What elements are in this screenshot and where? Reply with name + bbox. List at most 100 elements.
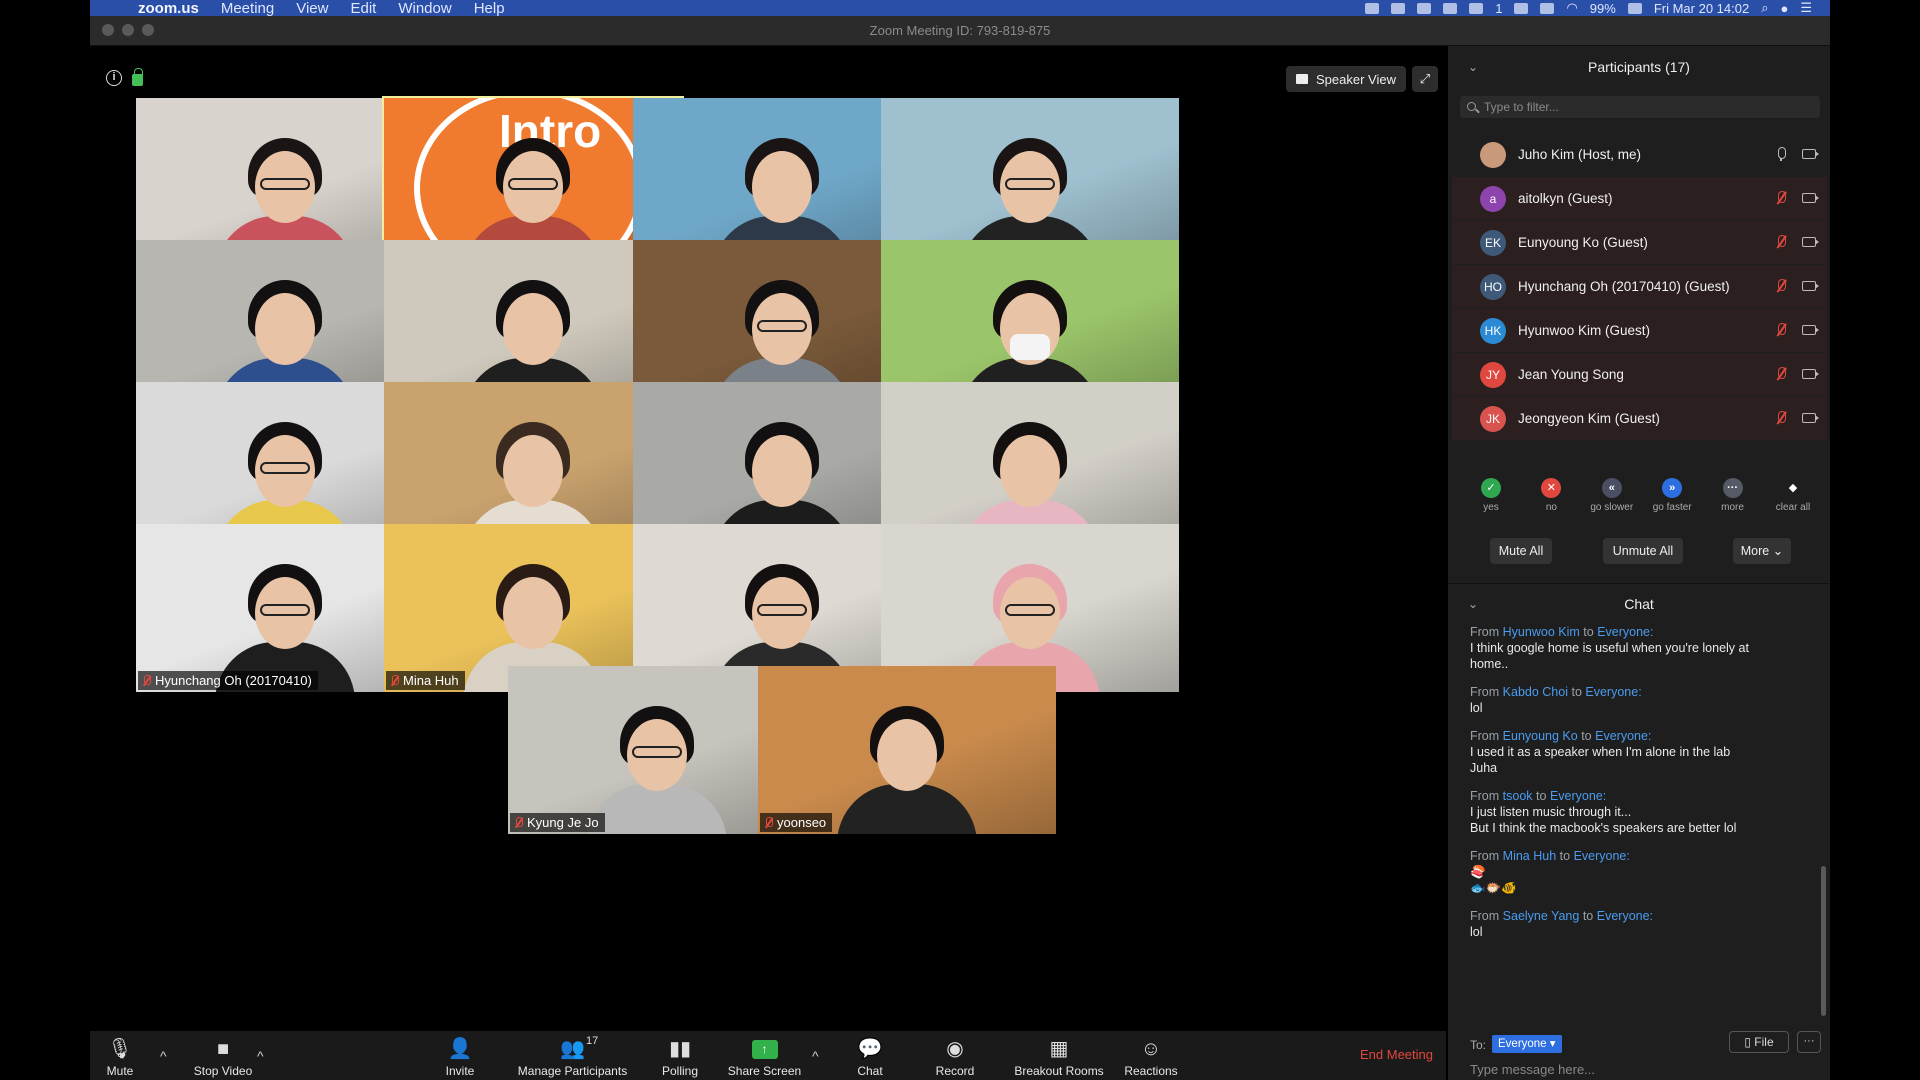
- participant-list-name: Hyunchang Oh (20170410) (Guest): [1518, 279, 1730, 294]
- participant-row[interactable]: HO Hyunchang Oh (20170410) (Guest): [1452, 265, 1827, 308]
- feedback-label: no: [1545, 502, 1557, 513]
- menu-view[interactable]: View: [296, 0, 328, 17]
- more-options-button[interactable]: More ⌄: [1733, 538, 1791, 564]
- manage-participants-button[interactable]: 👥 17 Manage Participants: [510, 1031, 635, 1080]
- feedback-clear-all-button[interactable]: ◆ clear all: [1764, 478, 1822, 522]
- chat-sender[interactable]: tsook: [1503, 789, 1533, 803]
- participant-name-tag: Hyunchang Oh (20170410): [138, 671, 318, 690]
- chat-message-input[interactable]: Type message here...: [1470, 1062, 1595, 1077]
- collapse-chat-chevron-icon[interactable]: ⌄: [1468, 584, 1478, 624]
- bluetooth-icon[interactable]: [1540, 2, 1555, 14]
- chat-message: From Saelyne Yang to Everyone: lol: [1448, 908, 1818, 940]
- mute-label: Mute: [106, 1064, 134, 1078]
- participant-row[interactable]: HK Hyunwoo Kim (Guest): [1452, 309, 1827, 352]
- participant-list-name: Jeongyeon Kim (Guest): [1518, 411, 1660, 426]
- video-camera-icon[interactable]: [1802, 325, 1819, 335]
- from-prefix: From: [1470, 789, 1500, 803]
- chevron-down-icon: ⌄: [1772, 544, 1784, 558]
- menu-edit[interactable]: Edit: [350, 0, 376, 17]
- chat-sender[interactable]: Eunyoung Ko: [1503, 729, 1578, 743]
- to-word: to: [1582, 909, 1594, 923]
- fullscreen-icon[interactable]: ⤢: [1412, 66, 1438, 92]
- audio-options-chevron-icon[interactable]: ^: [160, 1048, 167, 1064]
- mute-button[interactable]: 🎙 Mute: [100, 1031, 140, 1080]
- muted-microphone-icon[interactable]: [1775, 235, 1787, 249]
- wifi-icon[interactable]: ◠: [1566, 0, 1577, 16]
- chat-scrollbar[interactable]: [1821, 866, 1826, 1016]
- encryption-lock-icon[interactable]: [132, 68, 143, 86]
- breakout-rooms-button[interactable]: ▦ Breakout Rooms: [1010, 1031, 1108, 1080]
- chat-more-icon[interactable]: ···: [1797, 1031, 1821, 1053]
- video-options-chevron-icon[interactable]: ^: [257, 1048, 264, 1064]
- add-user-icon: 👤: [447, 1038, 473, 1060]
- spotlight-search-icon[interactable]: ⌕: [1761, 0, 1768, 16]
- download-icon[interactable]: [1469, 2, 1484, 14]
- meeting-info-icon[interactable]: i: [106, 70, 122, 86]
- chat-sender[interactable]: Hyunwoo Kim: [1503, 625, 1580, 639]
- share-screen-button[interactable]: ↑ Share Screen: [722, 1031, 807, 1080]
- airplay-icon[interactable]: [1514, 2, 1529, 14]
- participant-row[interactable]: JK Jeongyeon Kim (Guest): [1452, 397, 1827, 440]
- control-center-icon[interactable]: ☰: [1800, 0, 1812, 16]
- zoom-status-icon[interactable]: [1365, 2, 1380, 14]
- muted-microphone-icon[interactable]: [1775, 367, 1787, 381]
- siri-icon[interactable]: ●: [1780, 1, 1788, 16]
- feedback-yes-button[interactable]: ✓ yes: [1462, 478, 1520, 522]
- polling-button[interactable]: ▮▮ Polling: [650, 1031, 710, 1080]
- feedback-go-slower-button[interactable]: « go slower: [1583, 478, 1641, 522]
- speaker-view-button[interactable]: Speaker View: [1286, 66, 1406, 92]
- participant-row[interactable]: Juho Kim (Host, me): [1452, 133, 1827, 176]
- menu-window[interactable]: Window: [398, 0, 451, 17]
- participant-row[interactable]: a aitolkyn (Guest): [1452, 177, 1827, 220]
- feedback-no-button[interactable]: ✕ no: [1522, 478, 1580, 522]
- reactions-button[interactable]: ☺ Reactions: [1120, 1031, 1182, 1080]
- video-camera-icon[interactable]: [1802, 237, 1819, 247]
- app-menu-name[interactable]: zoom.us: [138, 0, 199, 17]
- notification-count[interactable]: 1: [1495, 1, 1502, 16]
- chat-message: From Kabdo Choi to Everyone: lol: [1448, 684, 1818, 716]
- chat-button[interactable]: 💬 Chat: [850, 1031, 890, 1080]
- file-button[interactable]: ▯ File: [1729, 1031, 1789, 1053]
- unmute-all-button[interactable]: Unmute All: [1603, 538, 1683, 564]
- participant-filter-input[interactable]: Type to filter...: [1460, 96, 1820, 118]
- stop-video-button[interactable]: ■ Stop Video: [178, 1031, 268, 1080]
- feedback-label: more: [1721, 502, 1744, 513]
- invite-button[interactable]: 👤 Invite: [440, 1031, 480, 1080]
- end-meeting-button[interactable]: End Meeting: [1360, 1047, 1433, 1062]
- muted-microphone-icon[interactable]: [1775, 191, 1787, 205]
- collapse-participants-chevron-icon[interactable]: ⌄: [1468, 46, 1478, 88]
- clock[interactable]: Fri Mar 20 14:02: [1654, 1, 1749, 16]
- record-button[interactable]: ◉ Record: [930, 1031, 980, 1080]
- participant-row[interactable]: EK Eunyoung Ko (Guest): [1452, 221, 1827, 264]
- dropbox-icon[interactable]: [1417, 2, 1432, 14]
- battery-icon[interactable]: [1627, 2, 1642, 14]
- share-options-chevron-icon[interactable]: ^: [812, 1048, 819, 1064]
- recipient-select[interactable]: Everyone ▾: [1492, 1035, 1562, 1053]
- muted-microphone-icon[interactable]: [1775, 279, 1787, 293]
- invite-label: Invite: [445, 1064, 475, 1078]
- chat-sender[interactable]: Saelyne Yang: [1503, 909, 1580, 923]
- cloud-icon[interactable]: [1443, 2, 1458, 14]
- participant-row[interactable]: JY Jean Young Song: [1452, 353, 1827, 396]
- video-camera-icon[interactable]: [1802, 369, 1819, 379]
- from-prefix: From: [1470, 729, 1500, 743]
- menu-meeting[interactable]: Meeting: [221, 0, 274, 17]
- feedback-go-faster-button[interactable]: » go faster: [1643, 478, 1701, 522]
- video-camera-icon[interactable]: [1802, 193, 1819, 203]
- muted-microphone-icon[interactable]: [1775, 411, 1787, 425]
- video-camera-icon[interactable]: [1802, 413, 1819, 423]
- feedback-more-button[interactable]: ··· more: [1704, 478, 1762, 522]
- video-camera-icon[interactable]: [1802, 149, 1819, 159]
- video-tile[interactable]: yoonseo: [758, 666, 1056, 834]
- chat-bubble-icon[interactable]: [1391, 2, 1406, 14]
- microphone-icon[interactable]: [1775, 147, 1787, 161]
- chat-sender[interactable]: Mina Huh: [1503, 849, 1557, 863]
- video-camera-icon[interactable]: [1802, 281, 1819, 291]
- feedback-label: go slower: [1590, 502, 1634, 513]
- battery-percent[interactable]: 99%: [1590, 1, 1616, 16]
- mute-all-button[interactable]: Mute All: [1490, 538, 1552, 564]
- chat-sender[interactable]: Kabdo Choi: [1503, 685, 1568, 699]
- menubar-status-area: 1 ◠ 99% Fri Mar 20 14:02 ⌕ ● ☰: [1365, 0, 1830, 16]
- muted-microphone-icon[interactable]: [1775, 323, 1787, 337]
- menu-help[interactable]: Help: [474, 0, 505, 17]
